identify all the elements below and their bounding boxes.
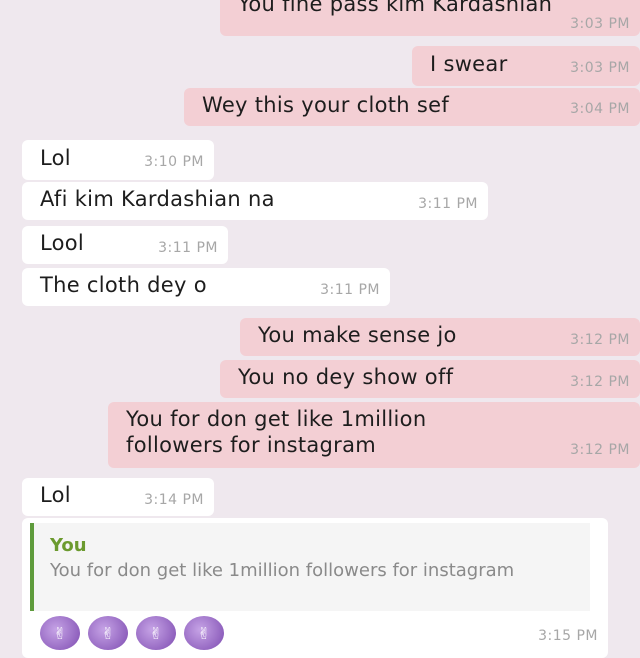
message-bubble-incoming[interactable]: Lol 3:10 PM: [22, 140, 214, 180]
message-text: Lol: [40, 483, 71, 507]
emoji-sticker-icon[interactable]: ✌: [184, 616, 224, 650]
emoji-sticker-icon[interactable]: ✌: [136, 616, 176, 650]
message-text: You fine pass kim Kardashian: [238, 0, 553, 16]
message-bubble-outgoing[interactable]: You no dey show off 3:12 PM: [220, 360, 640, 398]
message-text: You make sense jo: [258, 323, 457, 347]
message-text-line1: You for don get like 1million: [126, 407, 427, 431]
message-text: Afi kim Kardashian na: [40, 187, 275, 211]
message-text: The cloth dey o: [40, 273, 207, 297]
message-bubble-outgoing[interactable]: I swear 3:03 PM: [412, 46, 640, 86]
message-bubble-outgoing[interactable]: Wey this your cloth sef 3:04 PM: [184, 88, 640, 126]
message-time: 3:03 PM: [570, 16, 630, 32]
message-text: Wey this your cloth sef: [202, 93, 450, 117]
message-time: 3:12 PM: [570, 332, 630, 348]
message-time: 3:11 PM: [158, 240, 218, 256]
reply-author: You: [50, 535, 87, 556]
message-bubble-incoming[interactable]: Afi kim Kardashian na 3:11 PM: [22, 182, 488, 220]
message-time: 3:04 PM: [570, 101, 630, 117]
message-time: 3:10 PM: [144, 154, 204, 170]
message-bubble-outgoing[interactable]: You make sense jo 3:12 PM: [240, 318, 640, 356]
message-time: 3:15 PM: [538, 628, 598, 644]
message-time: 3:11 PM: [418, 196, 478, 212]
message-text: Lol: [40, 146, 71, 170]
message-bubble-incoming[interactable]: The cloth dey o 3:11 PM: [22, 268, 390, 306]
message-text: Lool: [40, 231, 85, 255]
message-bubble-incoming[interactable]: Lool 3:11 PM: [22, 226, 228, 264]
message-bubble-outgoing[interactable]: You for don get like 1million followers …: [108, 402, 640, 468]
sticker-row: ✌ ✌ ✌ ✌: [40, 616, 224, 650]
chat-thread: You fine pass kim Kardashian 3:03 PM I s…: [0, 0, 640, 658]
message-time: 3:14 PM: [144, 492, 204, 508]
message-bubble-outgoing[interactable]: You fine pass kim Kardashian 3:03 PM: [220, 0, 640, 36]
reply-quote[interactable]: You You for don get like 1million follow…: [30, 523, 590, 611]
reply-quote-text: You for don get like 1million followers …: [50, 560, 515, 581]
message-bubble-incoming[interactable]: Lol 3:14 PM: [22, 478, 214, 516]
message-time: 3:03 PM: [570, 60, 630, 76]
emoji-sticker-icon[interactable]: ✌: [40, 616, 80, 650]
message-text: I swear: [430, 52, 508, 76]
message-time: 3:12 PM: [570, 442, 630, 458]
message-time: 3:11 PM: [320, 282, 380, 298]
message-text: You no dey show off: [238, 365, 454, 389]
message-time: 3:12 PM: [570, 374, 630, 390]
emoji-sticker-icon[interactable]: ✌: [88, 616, 128, 650]
message-text-line2: followers for instagram: [126, 433, 377, 457]
